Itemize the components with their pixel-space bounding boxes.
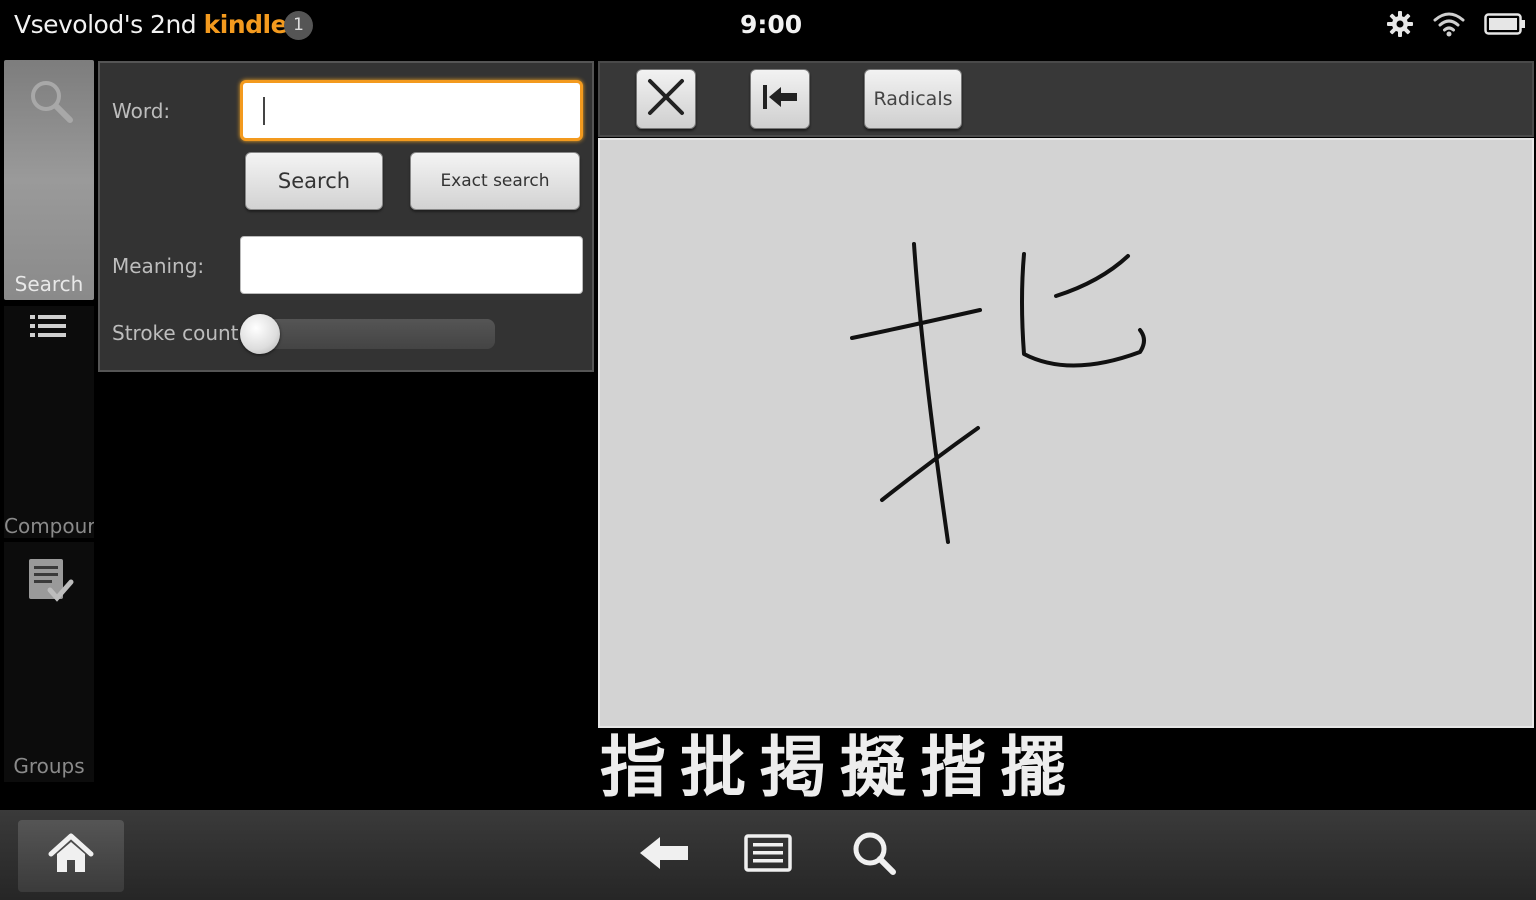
search-button[interactable]: Search (245, 152, 383, 210)
kindle-brand: kindle (203, 10, 288, 39)
word-label: Word: (112, 99, 171, 123)
home-icon (47, 832, 95, 880)
candidate-character[interactable]: 批 (680, 730, 746, 806)
back-icon (638, 835, 690, 875)
meaning-label: Meaning: (112, 254, 205, 278)
search-button-nav[interactable] (846, 828, 902, 882)
candidate-character[interactable]: 擺 (1000, 730, 1066, 806)
menu-button[interactable] (740, 828, 796, 882)
tab-compounds[interactable]: Compour (4, 306, 94, 538)
battery-icon (1484, 11, 1526, 41)
clear-drawing-button[interactable] (636, 69, 696, 129)
candidate-character[interactable]: 擬 (840, 730, 906, 806)
navigation-bar (0, 810, 1536, 900)
device-name: Vsevolod's 2nd kindle (14, 10, 288, 39)
menu-icon (743, 833, 793, 877)
candidate-character[interactable]: 指 (600, 730, 666, 806)
clock: 9:00 (740, 10, 803, 39)
tab-compounds-label: Compour (4, 514, 94, 538)
candidate-character[interactable]: 揩 (920, 730, 986, 806)
close-icon (645, 76, 687, 122)
candidate-list: 指 批 掲 擬 揩 擺 (600, 730, 1066, 806)
stroke-count-slider[interactable] (250, 319, 495, 349)
magnifier-icon (26, 76, 76, 130)
meaning-input[interactable] (240, 236, 583, 294)
candidate-character[interactable]: 掲 (760, 730, 826, 806)
undo-stroke-icon (759, 79, 801, 119)
back-button[interactable] (636, 828, 692, 882)
drawing-toolbar: Radicals (598, 61, 1534, 137)
tab-rail: Search Compour Groups (0, 60, 96, 810)
checklist-icon (26, 556, 74, 610)
tab-groups[interactable]: Groups (4, 542, 94, 782)
search-form: Word: Search Exact search Meaning: Strok… (98, 61, 594, 372)
tab-search-label: Search (14, 272, 84, 296)
notification-badge[interactable]: 1 (284, 11, 313, 40)
list-icon (28, 312, 68, 350)
word-input[interactable] (240, 80, 583, 141)
status-bar: Vsevolod's 2nd kindle 1 9:00 (0, 0, 1536, 56)
stroke-count-slider-thumb[interactable] (240, 314, 280, 354)
exact-search-button[interactable]: Exact search (410, 152, 580, 210)
tab-groups-label: Groups (13, 754, 85, 778)
search-icon (849, 829, 899, 881)
wifi-icon (1432, 10, 1466, 42)
undo-stroke-button[interactable] (750, 69, 810, 129)
handwritten-strokes (850, 242, 1146, 544)
status-icons (1386, 10, 1526, 42)
home-button[interactable] (18, 820, 124, 892)
gear-icon[interactable] (1386, 10, 1414, 42)
stroke-count-label: Stroke count: (112, 321, 246, 345)
radicals-button[interactable]: Radicals (864, 69, 962, 129)
text-caret (263, 97, 265, 125)
handwriting-canvas[interactable] (598, 138, 1534, 728)
tab-search[interactable]: Search (4, 60, 94, 300)
